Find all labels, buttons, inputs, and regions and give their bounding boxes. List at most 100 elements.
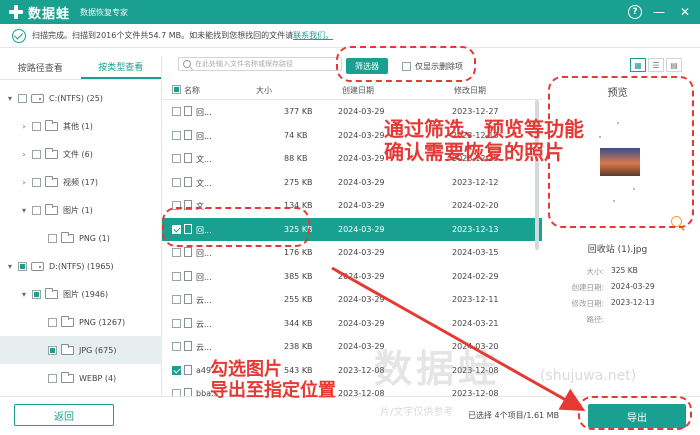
row-checkbox[interactable] — [172, 318, 181, 328]
cell-modified: 2024-03-21 — [452, 318, 499, 328]
chevron-down-icon[interactable]: ▾ — [6, 262, 14, 271]
app-logo: 数据蛙 数据恢复专家 — [8, 3, 128, 22]
tree-item-c-drive[interactable]: ▾ C:(NTFS) (25) — [0, 84, 162, 112]
tree-item-c-images[interactable]: ▾ 图片 (1) — [0, 196, 162, 224]
chevron-down-icon[interactable]: ▾ — [6, 94, 14, 103]
app-name: 数据蛙 — [28, 6, 71, 22]
select-all-checkbox[interactable] — [172, 85, 181, 94]
tree-checkbox[interactable] — [18, 261, 27, 271]
tree-item-d-drive[interactable]: ▾ D:(NTFS) (1965) — [0, 252, 162, 280]
row-checkbox[interactable] — [172, 154, 181, 163]
tab-by-path[interactable]: 按路径查看 — [0, 56, 81, 79]
close-button[interactable]: ✕ — [676, 3, 694, 21]
cell-size: 325 KB — [284, 224, 313, 234]
tree-checkbox[interactable] — [32, 177, 41, 187]
row-checkbox[interactable] — [172, 295, 181, 304]
back-button[interactable]: 返回 — [14, 404, 114, 426]
chevron-right-icon[interactable]: › — [20, 122, 28, 131]
tree-item-d-png[interactable]: PNG (1267) — [0, 308, 162, 336]
column-modified[interactable]: 修改日期 — [454, 85, 486, 96]
cell-name: 云... — [196, 296, 212, 305]
grid-view-icon[interactable]: ▦ — [630, 58, 646, 72]
list-view-icon[interactable]: ☰ — [648, 58, 664, 72]
column-size[interactable]: 大小 — [256, 85, 272, 96]
tree-item-other[interactable]: › 其他 (1) — [0, 112, 162, 140]
annotation-line: 勾选图片 — [210, 359, 282, 380]
folder-icon — [45, 203, 58, 215]
zoom-icon[interactable] — [671, 216, 682, 227]
tree-item-label: PNG (1267) — [79, 317, 126, 327]
tree-checkbox[interactable] — [32, 149, 41, 159]
detail-view-icon[interactable]: ▤ — [666, 58, 682, 72]
tab-by-type[interactable]: 按类型查看 — [80, 56, 161, 79]
cell-modified: 2024-03-15 — [452, 248, 499, 257]
row-checkbox[interactable] — [172, 271, 181, 281]
cell-name: 回... — [196, 249, 212, 258]
file-icon — [184, 294, 192, 304]
tree-item-documents[interactable]: › 文件 (6) — [0, 140, 162, 168]
table-row[interactable]: 文... 275 KB 2024-03-29 2023-12-12 — [162, 171, 542, 194]
table-row[interactable]: 回... 385 KB 2024-03-29 2024-02-29 — [162, 265, 542, 288]
export-button[interactable]: 导出 — [588, 404, 686, 428]
deleted-only-label: 仅显示删除项 — [415, 61, 463, 71]
annotation-line: 通过筛选、预览等功能 — [384, 117, 584, 141]
annotation-line: 导出至指定位置 — [210, 379, 336, 401]
tree-checkbox[interactable] — [32, 121, 41, 131]
table-row[interactable]: 云... 344 KB 2024-03-29 2024-03-21 — [162, 312, 542, 335]
row-checkbox[interactable] — [172, 342, 181, 351]
created-value: 2024-03-29 — [611, 282, 655, 291]
cell-created: 2024-03-29 — [338, 177, 385, 187]
tree-checkbox[interactable] — [48, 317, 57, 327]
deleted-only-toggle[interactable]: 仅显示删除项 — [402, 58, 463, 74]
tree-checkbox[interactable] — [48, 233, 57, 243]
row-checkbox[interactable] — [172, 107, 181, 116]
tree-item-d-images[interactable]: ▾ 图片 (1946) — [0, 280, 162, 308]
contact-us-link[interactable]: 联系我们。 — [293, 30, 333, 41]
tree-checkbox[interactable] — [32, 289, 41, 299]
search-input[interactable] — [195, 60, 335, 68]
chevron-right-icon[interactable]: › — [20, 150, 28, 159]
minimize-button[interactable]: — — [650, 3, 668, 21]
file-icon — [184, 200, 192, 210]
left-panel: 按路径查看 按类型查看 ▾ C:(NTFS) (25) › 其他 (1) › 文… — [0, 56, 162, 396]
row-checkbox[interactable] — [172, 365, 181, 375]
cell-size: 88 KB — [284, 154, 308, 163]
tree-item-label: C:(NTFS) (25) — [49, 93, 103, 103]
path-label: 路径: — [586, 315, 604, 324]
row-checkbox[interactable] — [172, 248, 181, 257]
table-row[interactable]: 文... 134 KB 2024-03-29 2024-02-20 — [162, 194, 542, 217]
tree-item-label: 视频 (17) — [63, 177, 98, 187]
tree-checkbox[interactable] — [32, 205, 41, 215]
cell-name: 云... — [196, 343, 212, 352]
chevron-right-icon[interactable]: › — [20, 178, 28, 187]
row-checkbox[interactable] — [172, 130, 181, 140]
column-created[interactable]: 创建日期 — [342, 85, 374, 96]
tree-item-c-png[interactable]: PNG (1) — [0, 224, 162, 252]
tree-checkbox[interactable] — [18, 93, 27, 103]
tree-item-d-webp[interactable]: WEBP (4) — [0, 364, 162, 392]
tree-checkbox[interactable] — [48, 345, 57, 355]
chevron-down-icon[interactable]: ▾ — [20, 290, 28, 299]
cell-name: 回... — [196, 108, 212, 117]
tree-checkbox[interactable] — [48, 373, 57, 383]
row-checkbox[interactable] — [172, 177, 181, 187]
column-name[interactable]: 名称 — [184, 85, 200, 96]
cell-size: 385 KB — [284, 271, 313, 281]
preview-file-name: 回收站 (1).jpg — [587, 245, 648, 255]
deleted-only-checkbox[interactable] — [402, 61, 411, 71]
drive-icon — [31, 261, 44, 271]
file-icon — [184, 176, 192, 187]
filter-button[interactable]: 筛选器 — [346, 58, 388, 74]
search-box[interactable] — [178, 57, 342, 71]
table-row[interactable]: 云... 238 KB 2024-03-29 2024-03-20 — [162, 335, 542, 358]
table-row[interactable]: 云... 255 KB 2024-03-29 2023-12-11 — [162, 288, 542, 311]
cell-created: 2024-03-29 — [338, 201, 385, 210]
chevron-down-icon[interactable]: ▾ — [20, 206, 28, 215]
help-icon[interactable]: ? — [628, 5, 642, 19]
tree-item-videos[interactable]: › 视频 (17) — [0, 168, 162, 196]
table-row[interactable]: 回... 176 KB 2024-03-29 2024-03-15 — [162, 241, 542, 264]
table-row[interactable]: 回... 325 KB 2024-03-29 2023-12-13 — [162, 217, 542, 241]
tree-item-d-jpg[interactable]: JPG (675) — [0, 336, 162, 364]
row-checkbox[interactable] — [172, 201, 181, 210]
row-checkbox[interactable] — [172, 224, 181, 234]
